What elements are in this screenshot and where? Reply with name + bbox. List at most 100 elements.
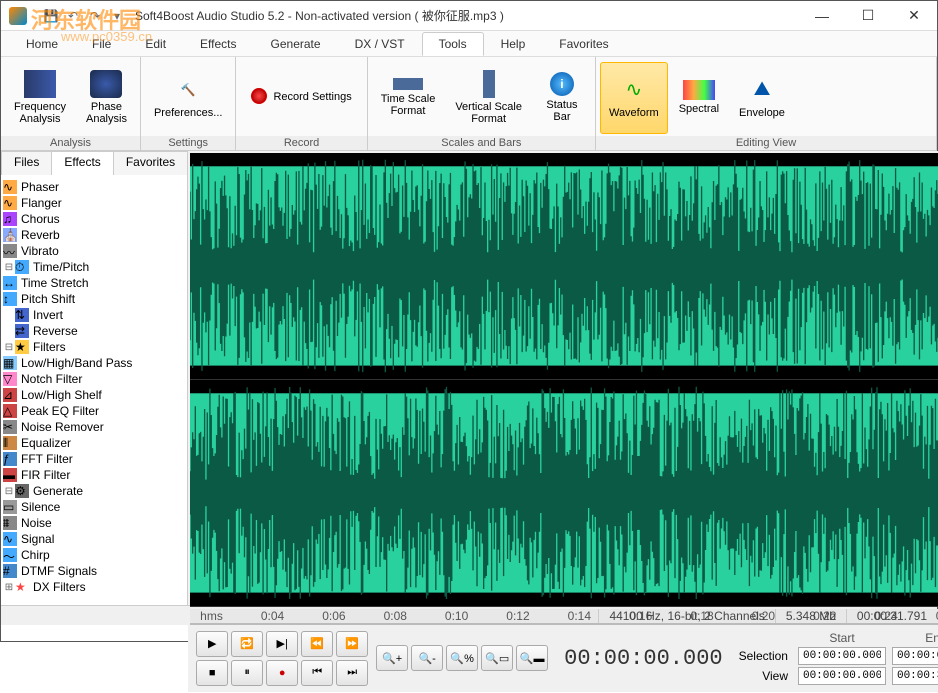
editor: dB -4-10-∞-10-4 -4-10-∞-10-4 hms0:040:06… bbox=[188, 151, 938, 605]
tab-generate[interactable]: Generate bbox=[254, 32, 338, 56]
qat-save-icon[interactable]: 💾 bbox=[43, 8, 59, 24]
tree-signal[interactable]: ∿Signal bbox=[3, 531, 185, 547]
envelope-icon: ⛰ bbox=[746, 76, 778, 104]
tree-chirp[interactable]: 〜Chirp bbox=[3, 547, 185, 563]
tab-home[interactable]: Home bbox=[9, 32, 75, 56]
tree-vibrato[interactable]: 〰Vibrato bbox=[3, 243, 185, 259]
tree-silence[interactable]: ▭Silence bbox=[3, 499, 185, 515]
time-display: 00:00:00.000 bbox=[556, 642, 730, 675]
stop-button[interactable]: ■ bbox=[196, 660, 228, 686]
sidetab-files[interactable]: Files bbox=[1, 151, 52, 175]
waveform-display[interactable]: dB -4-10-∞-10-4 -4-10-∞-10-4 bbox=[190, 153, 938, 607]
zoom-sel-button[interactable]: 🔍▭ bbox=[481, 645, 513, 671]
group-view-label: Editing View bbox=[596, 136, 936, 150]
tree-noise-remover[interactable]: ✂Noise Remover bbox=[3, 419, 185, 435]
time-scale-format-button[interactable]: Time Scale Format bbox=[372, 62, 445, 134]
tab-favorites[interactable]: Favorites bbox=[542, 32, 625, 56]
tree-dx-filters[interactable]: ⊞★DX Filters bbox=[3, 579, 185, 595]
hammer-icon: 🔨 bbox=[172, 76, 204, 104]
maximize-button[interactable]: ☐ bbox=[845, 1, 891, 31]
spectral-view-button[interactable]: Spectral bbox=[670, 62, 728, 134]
collapse-icon[interactable]: ⊟ bbox=[3, 486, 15, 497]
record-settings-button[interactable]: Record Settings bbox=[240, 83, 362, 112]
tree-reverse[interactable]: ⇄Reverse bbox=[3, 323, 185, 339]
window-title: Soft4Boost Audio Studio 5.2 - Non-activa… bbox=[135, 7, 799, 24]
tree-timepitch[interactable]: ⊟⏱Time/Pitch bbox=[3, 259, 185, 275]
collapse-icon[interactable]: ⊟ bbox=[3, 342, 15, 353]
sidetab-favorites[interactable]: Favorites bbox=[113, 151, 188, 175]
frequency-analysis-button[interactable]: Frequency Analysis bbox=[5, 62, 75, 134]
sidebar: Files Effects Favorites ∿Phaser ∿Flanger… bbox=[1, 151, 188, 605]
loop-button[interactable]: 🔁 bbox=[231, 631, 263, 657]
status-format: 44100 Hz, 16-bit, 2 Channels bbox=[598, 609, 774, 623]
play-button[interactable]: ▶ bbox=[196, 631, 228, 657]
tab-dxvst[interactable]: DX / VST bbox=[338, 32, 422, 56]
waveform-channel-left[interactable] bbox=[190, 153, 938, 380]
tree-equalizer[interactable]: ⫴Equalizer bbox=[3, 435, 185, 451]
zoom-in-button[interactable]: 🔍+ bbox=[376, 645, 408, 671]
collapse-icon[interactable]: ⊟ bbox=[3, 262, 15, 273]
group-analysis-label: Analysis bbox=[1, 136, 140, 150]
tab-help[interactable]: Help bbox=[484, 32, 543, 56]
phase-analysis-button[interactable]: Phase Analysis bbox=[77, 62, 136, 134]
tree-dtmf[interactable]: #DTMF Signals bbox=[3, 563, 185, 579]
preferences-button[interactable]: 🔨 Preferences... bbox=[145, 62, 231, 134]
tab-file[interactable]: File bbox=[75, 32, 128, 56]
zoom-sel2-button[interactable]: 🔍▬ bbox=[516, 645, 548, 671]
minimize-button[interactable]: — bbox=[799, 1, 845, 31]
record-icon bbox=[251, 88, 267, 104]
phase-icon bbox=[90, 70, 122, 98]
view-end-input[interactable] bbox=[892, 667, 938, 685]
ribbon: Frequency Analysis Phase Analysis Analys… bbox=[1, 57, 937, 151]
tree-lhb-pass[interactable]: ▦Low/High/Band Pass bbox=[3, 355, 185, 371]
goto-start-button[interactable]: ⏮ bbox=[301, 660, 333, 686]
envelope-view-button[interactable]: ⛰ Envelope bbox=[730, 62, 794, 134]
spectral-icon bbox=[683, 80, 715, 100]
tree-chorus[interactable]: ♫Chorus bbox=[3, 211, 185, 227]
tree-peak-eq[interactable]: △Peak EQ Filter bbox=[3, 403, 185, 419]
qat-undo-icon[interactable]: ↶ bbox=[65, 8, 81, 24]
sel-start-input[interactable] bbox=[798, 647, 886, 665]
rewind-button[interactable]: ⏪ bbox=[301, 631, 333, 657]
qat-redo-icon[interactable]: ↷ bbox=[87, 8, 103, 24]
tree-generate[interactable]: ⊟⚙Generate bbox=[3, 483, 185, 499]
close-button[interactable]: ✕ bbox=[891, 1, 937, 31]
record-button[interactable]: ● bbox=[266, 660, 298, 686]
status-bar-button[interactable]: i Status Bar bbox=[533, 62, 591, 134]
tree-pitchshift[interactable]: ↕Pitch Shift bbox=[3, 291, 185, 307]
play-sel-button[interactable]: ▶| bbox=[266, 631, 298, 657]
expand-icon[interactable]: ⊞ bbox=[3, 582, 15, 593]
waveform-view-button[interactable]: ∿ Waveform bbox=[600, 62, 668, 134]
effects-tree[interactable]: ∿Phaser ∿Flanger ♫Chorus ⛪Reverb 〰Vibrat… bbox=[1, 175, 187, 605]
tree-fir-filter[interactable]: ▬FIR Filter bbox=[3, 467, 185, 483]
tree-noise[interactable]: ⩩Noise bbox=[3, 515, 185, 531]
zoom-full-button[interactable]: 🔍% bbox=[446, 645, 478, 671]
qat-dropdown-icon[interactable]: ▾ bbox=[109, 8, 125, 24]
zoom-out-button[interactable]: 🔍- bbox=[411, 645, 443, 671]
tree-phaser[interactable]: ∿Phaser bbox=[3, 179, 185, 195]
tree-fft-filter[interactable]: ƒFFT Filter bbox=[3, 451, 185, 467]
group-record-label: Record bbox=[236, 136, 366, 150]
group-scales-label: Scales and Bars bbox=[368, 136, 595, 150]
tab-effects[interactable]: Effects bbox=[183, 32, 253, 56]
sel-end-input[interactable] bbox=[892, 647, 938, 665]
sidetab-effects[interactable]: Effects bbox=[51, 151, 113, 175]
tree-lh-shelf[interactable]: ⊿Low/High Shelf bbox=[3, 387, 185, 403]
ruler-v-icon bbox=[483, 70, 495, 98]
tree-flanger[interactable]: ∿Flanger bbox=[3, 195, 185, 211]
group-settings-label: Settings bbox=[141, 136, 235, 150]
forward-button[interactable]: ⏩ bbox=[336, 631, 368, 657]
tree-reverb[interactable]: ⛪Reverb bbox=[3, 227, 185, 243]
spectrum-icon bbox=[24, 70, 56, 98]
tree-notch[interactable]: ▽Notch Filter bbox=[3, 371, 185, 387]
tree-filters[interactable]: ⊟★Filters bbox=[3, 339, 185, 355]
vertical-scale-format-button[interactable]: Vertical Scale Format bbox=[446, 62, 531, 134]
view-start-input[interactable] bbox=[798, 667, 886, 685]
tree-timestretch[interactable]: ↔Time Stretch bbox=[3, 275, 185, 291]
tab-tools[interactable]: Tools bbox=[422, 32, 484, 56]
goto-end-button[interactable]: ⏭ bbox=[336, 660, 368, 686]
tree-invert[interactable]: ⇅Invert bbox=[3, 307, 185, 323]
tab-edit[interactable]: Edit bbox=[128, 32, 183, 56]
pause-button[interactable]: ⏸ bbox=[231, 660, 263, 686]
waveform-channel-right[interactable] bbox=[190, 380, 938, 607]
